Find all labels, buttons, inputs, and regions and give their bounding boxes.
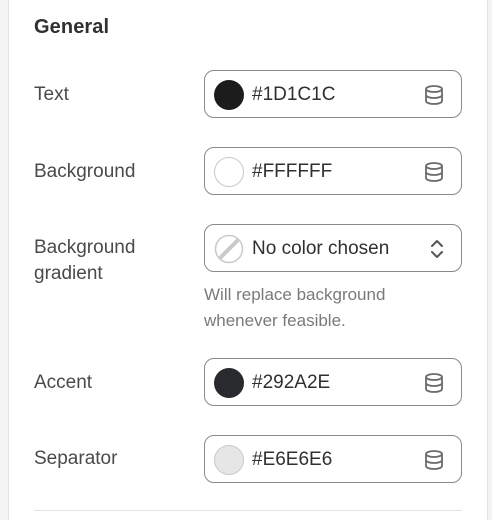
text-color-value: #1D1C1C xyxy=(252,84,336,105)
no-color-swatch-icon xyxy=(214,234,244,264)
background-color-label: Background xyxy=(34,161,136,182)
text-color-label: Text xyxy=(34,84,69,105)
section-divider xyxy=(34,510,462,511)
accent-color-label: Accent xyxy=(34,372,93,393)
separator-color-swatch[interactable] xyxy=(214,445,244,475)
accent-color-value: #292A2E xyxy=(252,372,331,393)
background-color-picker[interactable]: #FFFFFF xyxy=(204,147,462,195)
chevron-up-down-icon[interactable] xyxy=(429,237,445,261)
separator-color-value: #E6E6E6 xyxy=(252,449,333,470)
database-icon[interactable] xyxy=(423,449,445,471)
accent-color-swatch[interactable] xyxy=(214,368,244,398)
background-gradient-help-text: Will replace background whenever feasibl… xyxy=(204,285,386,330)
separator-color-label: Separator xyxy=(34,448,118,469)
accent-color-picker[interactable]: #292A2E xyxy=(204,358,462,406)
database-icon[interactable] xyxy=(423,161,445,183)
database-icon[interactable] xyxy=(423,84,445,106)
color-settings-panel: General Text #1D1C1C Background #FFFFFF … xyxy=(8,0,488,520)
text-color-swatch[interactable] xyxy=(214,80,244,110)
database-icon[interactable] xyxy=(423,372,445,394)
background-color-swatch[interactable] xyxy=(214,157,244,187)
background-color-value: #FFFFFF xyxy=(252,161,333,182)
section-title: General xyxy=(34,16,110,38)
text-color-picker[interactable]: #1D1C1C xyxy=(204,70,462,118)
background-gradient-select[interactable]: No color chosen xyxy=(204,224,462,272)
background-gradient-value: No color chosen xyxy=(252,238,390,259)
separator-color-picker[interactable]: #E6E6E6 xyxy=(204,435,462,483)
background-gradient-label: Background gradient xyxy=(34,237,136,284)
